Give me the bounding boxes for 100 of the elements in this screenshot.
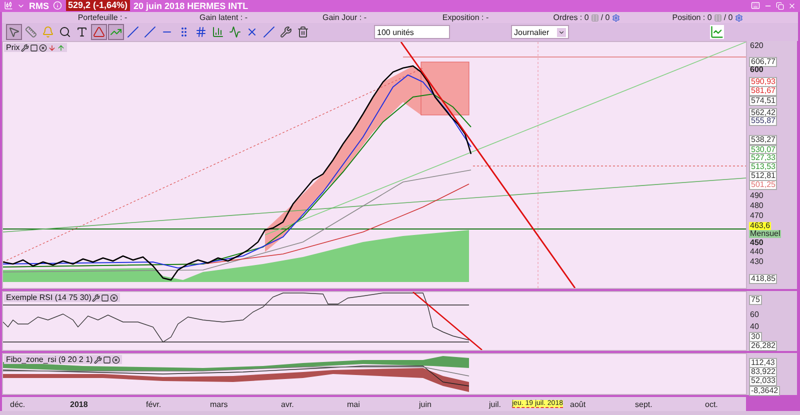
axis-label: 512,81: [749, 171, 778, 182]
arrow-icon: [8, 26, 20, 38]
ruler-icon: [25, 26, 37, 38]
info-icon[interactable]: [53, 1, 62, 10]
info-label: Gain latent : -: [199, 13, 248, 22]
date-label: août: [570, 400, 586, 410]
settings-icon[interactable]: [734, 14, 743, 22]
axis-label: 513,53: [749, 162, 778, 172]
axis-label: 60: [749, 311, 760, 320]
up-arrow-icon[interactable]: [56, 44, 65, 52]
date-label: févr.: [146, 400, 162, 410]
period-select[interactable]: Journalier: [511, 25, 569, 40]
date-label: juil.: [489, 400, 502, 410]
down-arrow-icon[interactable]: [48, 44, 56, 52]
line-icon: [144, 26, 156, 38]
axis-label: 606,77: [749, 57, 778, 68]
axis-label: 501,25: [749, 180, 778, 190]
axis-label: 440: [749, 248, 764, 256]
axis-label: 555,87: [749, 116, 778, 126]
quantity-select[interactable]: 100 unités: [374, 25, 450, 40]
chart-type-icon[interactable]: [710, 25, 724, 40]
triangle-icon: [93, 26, 105, 38]
axis-label: 600: [749, 66, 764, 74]
channel-tool-button[interactable]: [108, 24, 124, 40]
wrench-icon[interactable]: [94, 356, 102, 364]
search-icon: [59, 26, 71, 38]
window-icon[interactable]: [101, 294, 110, 302]
axis-label: 75: [749, 295, 762, 306]
ray-tool-button[interactable]: [261, 24, 277, 40]
window-icon[interactable]: [30, 44, 38, 52]
cross-icon: [246, 26, 258, 38]
axis-label: 538,27: [749, 135, 778, 146]
axis-label: 430: [749, 258, 764, 266]
axis-label: 463,6: [749, 222, 772, 230]
axis-label: 581,67: [749, 86, 778, 96]
trash-tool-button[interactable]: [295, 24, 311, 40]
axis-label: 40: [749, 323, 760, 332]
line-tool-button[interactable]: [142, 24, 158, 40]
hash-icon: [195, 26, 207, 38]
zone-rectangle: [420, 62, 470, 116]
line-icon: [263, 26, 275, 38]
axis-label: 83,922: [749, 367, 778, 378]
date-label: déc.: [10, 400, 26, 410]
close-icon[interactable]: [110, 294, 118, 302]
wave-tool-button[interactable]: [227, 24, 243, 40]
info-total: / 0: [724, 13, 733, 22]
panel-title: Exemple RSI (14 75 30): [6, 293, 92, 302]
chart-icon[interactable]: [4, 1, 13, 10]
restore-icon[interactable]: [776, 2, 784, 10]
trash-icon: [297, 26, 309, 38]
axis-label: 470: [749, 212, 764, 220]
date-label: mai: [347, 400, 360, 410]
date-label: mars: [210, 400, 228, 410]
axis-label: 450: [749, 239, 764, 248]
pointer-tool-button[interactable]: [6, 24, 22, 40]
date-label: avr.: [281, 400, 294, 410]
caret-icon: [558, 28, 565, 36]
instrument-description: 20 juin 2018 HERMES INTL: [134, 0, 248, 11]
date-label: sept.: [635, 400, 652, 410]
info-label: Position : 0: [672, 13, 712, 22]
fan-tool-button[interactable]: [91, 24, 107, 40]
symbol-name: RMS: [29, 0, 49, 11]
axis-label: 590,93: [749, 77, 778, 88]
axis-label: 30: [749, 332, 762, 342]
close-icon[interactable]: [38, 44, 47, 52]
axis-label: 418,85: [749, 274, 778, 284]
close-icon[interactable]: [112, 356, 120, 364]
keyboard-icon[interactable]: [751, 1, 760, 10]
bar-chart-icon: [212, 26, 224, 38]
line-icon: [127, 26, 139, 38]
axis-label: 490: [749, 192, 764, 200]
axis-label: 527,33: [749, 153, 778, 164]
wave-icon: [229, 26, 241, 38]
info-total: / 0: [600, 13, 610, 22]
segment-tool-button[interactable]: [125, 24, 141, 40]
wrench-icon[interactable]: [92, 294, 100, 302]
axis-label: 574,51: [749, 96, 778, 106]
axis-label: 112,43: [749, 358, 777, 368]
axis-label: Mensuel: [749, 230, 782, 238]
info-label: Ordres : 0: [553, 13, 589, 22]
trend-line: [412, 292, 482, 350]
axis-label: 620: [749, 42, 764, 50]
panel-title: Prix: [6, 43, 20, 52]
panel-title: Fibo_zone_rsi (9 20 2 1): [6, 355, 93, 364]
axis-label: 480: [749, 202, 764, 210]
tools-tool-button[interactable]: [278, 24, 294, 40]
date-label: oct.: [705, 400, 718, 410]
info-label: Gain Jour : -: [322, 13, 366, 22]
text-icon: [76, 26, 88, 38]
window-icon[interactable]: [102, 356, 111, 364]
axis-label: -8,3642: [749, 386, 780, 396]
info-label: Exposition : -: [442, 13, 489, 22]
bell-icon: [42, 26, 54, 38]
axis-label: 52,033: [749, 376, 778, 386]
date-label: juin: [419, 400, 432, 410]
axis-label: 26,282: [749, 341, 778, 352]
settings-icon[interactable]: [612, 14, 620, 22]
wrench-icon: [280, 26, 292, 38]
date-label: 2018: [70, 400, 88, 410]
wrench-icon[interactable]: [20, 44, 29, 52]
